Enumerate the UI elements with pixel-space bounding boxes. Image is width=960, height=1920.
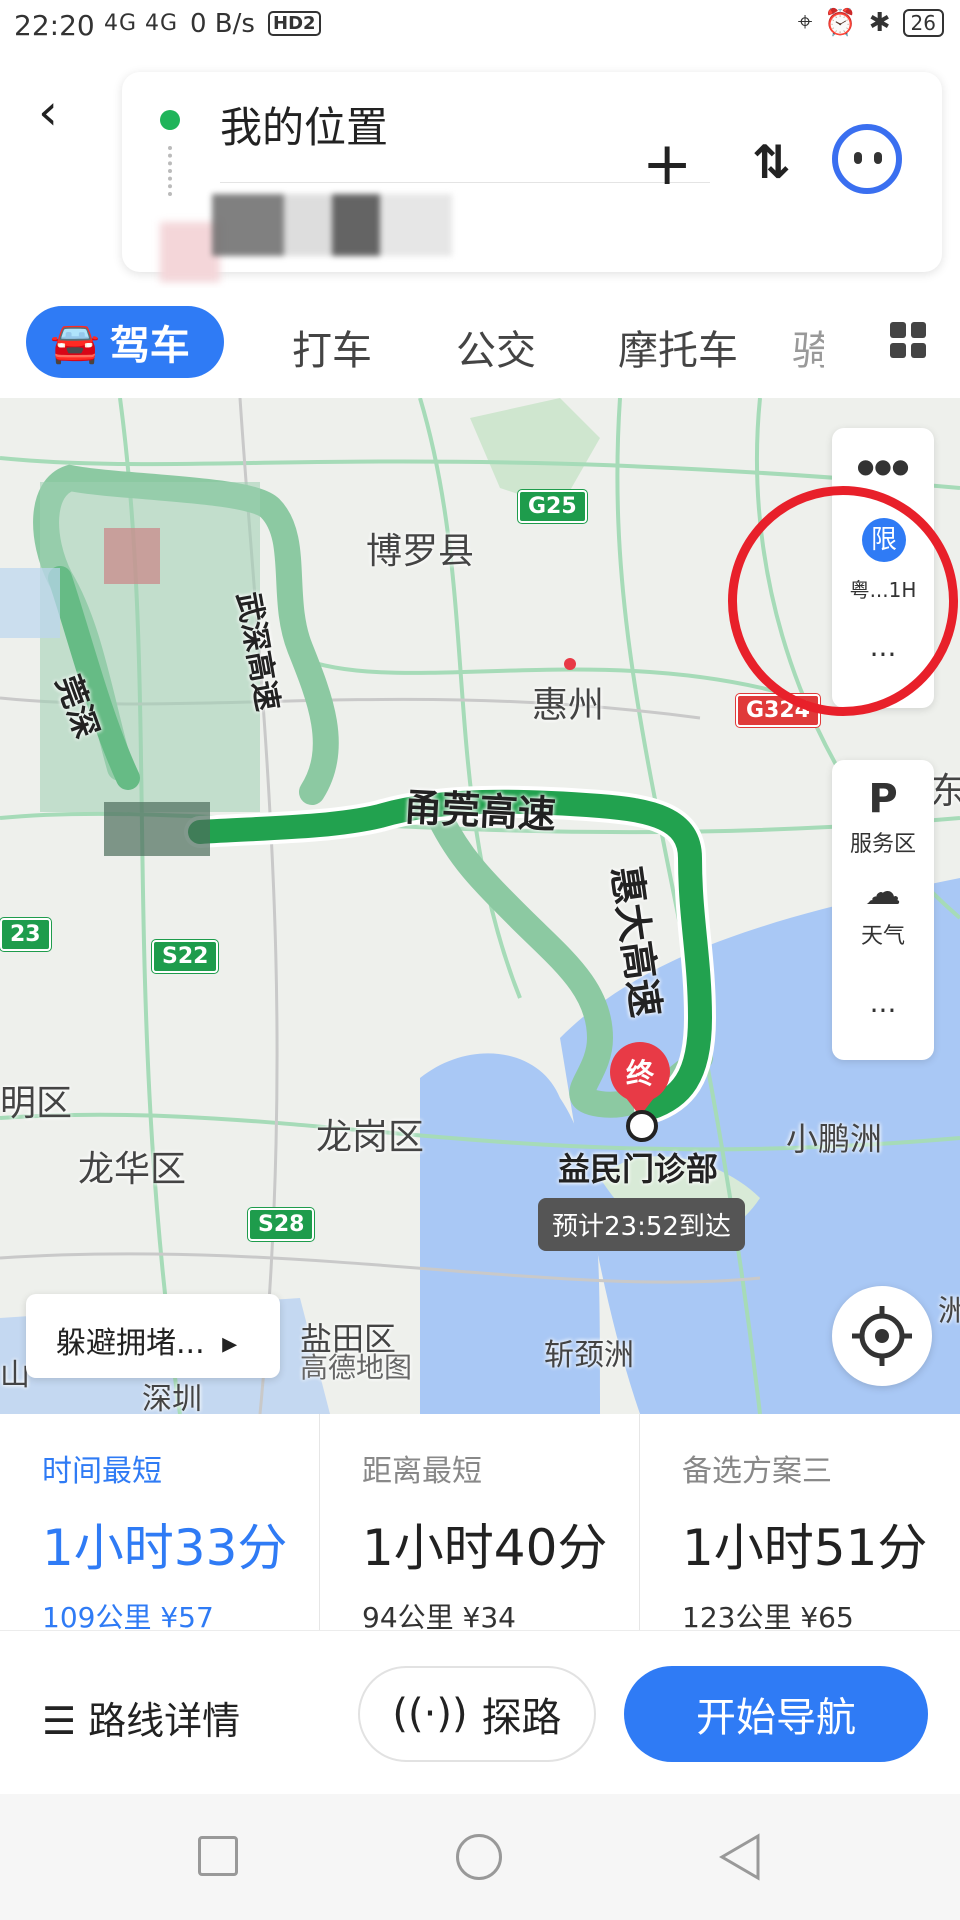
system-nav-bar (0, 1794, 960, 1920)
route-search-card: 我的位置 + ⇅ (122, 72, 942, 282)
add-waypoint-button[interactable]: + (642, 134, 692, 194)
route-option-3[interactable]: 备选方案三 1小时51分 123公里 ¥65 (640, 1414, 960, 1634)
alarm-icon: ⏰ (824, 7, 857, 38)
explore-route-label: 探路 (481, 1695, 562, 1741)
amap-logo: 高德地图 (300, 1351, 413, 1384)
traffic-light-icon[interactable]: ●●● (832, 454, 934, 478)
map-label-zhanjingzhou: 斩颈洲 (544, 1338, 634, 1373)
road-sign-edge23: 23 (0, 918, 51, 951)
map-label-mingqu: 明区 (0, 1083, 73, 1124)
status-time: 22:20 (14, 9, 95, 42)
signal-icon: ((·)) (392, 1691, 468, 1737)
list-icon: ☰ (42, 1699, 77, 1743)
home-icon[interactable] (456, 1834, 502, 1880)
status-network: 4G 4G (104, 11, 179, 36)
destination-name: 益民门诊部 (558, 1150, 719, 1188)
route-duration: 1小时40分 (362, 1519, 608, 1577)
car-icon: 🚘 (50, 319, 100, 366)
map-label-boluo: 博罗县 (366, 531, 475, 572)
route-panel: 时间最短 1小时33分 109公里 ¥57 距离最短 1小时40分 94公里 ¥… (0, 1414, 960, 1794)
status-bar: 22:20 4G 4G 0 B/s HD2 ⌖ ⏰ ✱ 26 (0, 0, 960, 52)
swap-icon[interactable]: ⇅ (752, 132, 791, 192)
explore-route-button[interactable]: ((·)) 探路 (358, 1666, 596, 1762)
avoid-congestion-label: 躲避拥堵... (56, 1326, 205, 1361)
tab-drive-label: 驾车 (109, 323, 190, 369)
more-tools-icon[interactable]: ··· (832, 994, 934, 1027)
bluetooth-icon: ✱ (868, 7, 891, 38)
service-area-button[interactable]: 服务区 (832, 826, 934, 858)
map-label-huizhou: 惠州 (532, 685, 605, 726)
cloud-icon: ☁ (865, 872, 901, 913)
locate-button[interactable] (832, 1286, 932, 1386)
route-option-2[interactable]: 距离最短 1小时40分 94公里 ¥34 (320, 1414, 640, 1634)
map-label-longhua: 龙华区 (78, 1149, 187, 1190)
avoid-congestion-button[interactable]: 躲避拥堵... ▸ (26, 1294, 280, 1378)
map-label-zhou-edge: 洲 (938, 1294, 960, 1329)
route-label: 时间最短 (42, 1454, 162, 1489)
map[interactable]: 博罗县 惠州 龙岗区 龙华区 小鹏洲 斩颈洲 盐田区 高德地图 深圳 明区 东 … (0, 398, 960, 1414)
tab-partial[interactable]: 骑 (792, 318, 824, 376)
destination-field[interactable] (212, 194, 452, 256)
transport-mode-tabs: 🚘 驾车 打车 公交 摩托车 骑 (0, 288, 960, 398)
route-label: 备选方案三 (682, 1454, 832, 1489)
status-speed: 0 B/s (190, 9, 255, 39)
crosshair-icon (852, 1306, 912, 1366)
status-icons: ⌖ ⏰ ✱ 26 (798, 7, 944, 38)
location-icon: ⌖ (797, 7, 813, 37)
map-label-xiaopengzhou: 小鹏洲 (786, 1120, 883, 1158)
destination-dot-icon (160, 222, 220, 282)
tab-bus[interactable]: 公交 (456, 318, 536, 376)
start-navigation-button[interactable]: 开始导航 (624, 1666, 928, 1762)
header: ‹ 我的位置 + ⇅ (0, 52, 960, 282)
grid-icon[interactable] (890, 322, 926, 358)
parking-icon: P (868, 776, 898, 822)
route-duration: 1小时51分 (682, 1519, 928, 1577)
route-duration: 1小时33分 (42, 1519, 288, 1577)
recents-icon[interactable] (198, 1836, 238, 1876)
tab-moto[interactable]: 摩托车 (618, 318, 738, 376)
route-details-button[interactable]: ☰ 路线详情 (42, 1690, 240, 1745)
road-sign-s22: S22 (152, 940, 219, 973)
road-sign-g25: G25 (518, 490, 587, 523)
destination-marker[interactable]: 终 (624, 1052, 656, 1092)
battery-icon: 26 (902, 8, 944, 37)
road-sign-s28: S28 (248, 1208, 315, 1241)
route-label: 距离最短 (362, 1454, 482, 1489)
origin-field[interactable]: 我的位置 (220, 94, 388, 155)
map-label-shenzhen: 深圳 (142, 1382, 202, 1414)
route-details-label: 路线详情 (88, 1699, 241, 1743)
tab-taxi[interactable]: 打车 (292, 318, 372, 376)
route-option-1[interactable]: 时间最短 1小时33分 109公里 ¥57 (0, 1414, 320, 1634)
map-tools-panel: P 服务区 ☁ 天气 ··· (832, 760, 934, 1060)
divider (220, 182, 710, 183)
origin-dot-icon (160, 110, 180, 130)
back-icon[interactable]: ‹ (38, 87, 82, 137)
weather-button[interactable]: 天气 (832, 918, 934, 950)
eta-badge: 预计23:52到达 (538, 1198, 745, 1251)
play-icon: ▸ (222, 1326, 238, 1361)
map-label-longgang: 龙岗区 (316, 1117, 425, 1158)
assistant-icon[interactable] (832, 124, 902, 194)
back-nav-icon[interactable] (716, 1832, 764, 1882)
road-name-yongguan: 甬莞高速 (402, 785, 557, 837)
hd-icon: HD2 (268, 11, 321, 36)
route-connector (168, 146, 172, 196)
divider (0, 1630, 960, 1631)
tab-drive[interactable]: 🚘 驾车 (26, 306, 224, 378)
map-label-dong: 东 (930, 771, 960, 812)
